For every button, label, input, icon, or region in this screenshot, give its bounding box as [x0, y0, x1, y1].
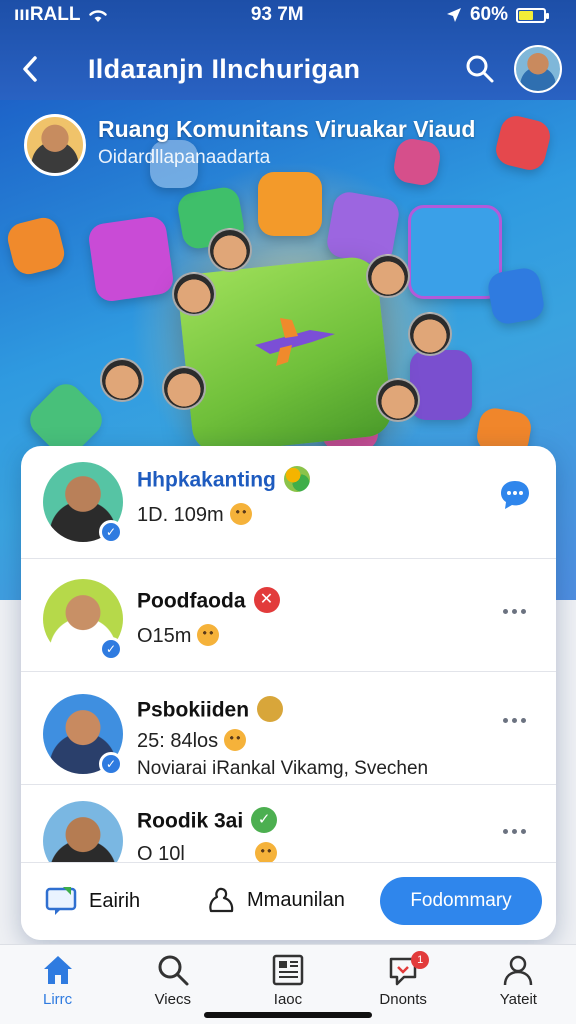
home-indicator[interactable]	[204, 1012, 372, 1018]
hero-subtitle: Oidardllapanaadarta	[98, 147, 271, 168]
member-row[interactable]: ✓ Poodfaoda ✕ O15m	[21, 559, 556, 672]
wifi-icon	[88, 10, 107, 22]
search-button[interactable]	[454, 40, 506, 98]
chat-button[interactable]	[496, 476, 534, 514]
nav-label: Iaoc	[273, 991, 303, 1008]
clock: 93 7M	[250, 4, 304, 25]
sun-app-icon	[86, 214, 176, 304]
location-icon	[446, 8, 461, 22]
nav-home[interactable]: Lirrc	[8, 953, 108, 1008]
purple-app-icon	[410, 350, 472, 420]
more-options-button[interactable]	[496, 599, 532, 623]
search-icon	[466, 55, 494, 83]
member-row[interactable]: ✓ Psbokiiden 25: 84los Noviarai iRankal …	[21, 672, 556, 785]
header: Ildaɪanjn Ilnchurigan	[0, 40, 576, 98]
profile-avatar[interactable]	[514, 45, 562, 93]
character-4	[408, 312, 452, 356]
member-name: Poodfaoda ✕	[137, 587, 280, 615]
character-6	[162, 366, 206, 410]
nav-profile[interactable]: Yateit	[468, 953, 568, 1008]
nav-label: Lirrc	[43, 991, 73, 1008]
calendar-app-icon	[492, 112, 554, 174]
member-meta: O15m	[137, 623, 220, 648]
verified-icon: ✓	[99, 752, 123, 776]
close-icon: ✕	[253, 587, 280, 613]
smile-app-icon	[258, 172, 322, 236]
more-options-button[interactable]	[496, 708, 532, 732]
news-icon	[272, 954, 304, 986]
nav-label: Dnonts	[379, 991, 427, 1008]
community-button[interactable]: Mmaunilan	[205, 885, 345, 915]
verified-icon: ✓	[99, 637, 123, 661]
character-1	[208, 228, 252, 272]
character-7	[376, 378, 420, 422]
profile-icon	[504, 955, 533, 986]
member-row[interactable]: Roodik 3ai ✓ O 10l	[21, 785, 556, 881]
community-label: Mmaunilan	[247, 888, 345, 911]
smile-emoji-icon	[224, 728, 247, 751]
carrier-label: ıııRALL	[14, 4, 81, 25]
character-2	[172, 272, 216, 316]
more-options-button[interactable]	[496, 819, 532, 843]
nav-label: Viecs	[154, 991, 191, 1008]
chart-app-icon	[485, 265, 547, 327]
top-bar: ıııRALL 93 7M 60% Ildaɪanjn Ilnchurigan	[0, 0, 576, 105]
member-name: Roodik 3ai ✓	[137, 807, 278, 835]
search-icon	[158, 955, 189, 986]
battery-percent: 60%	[469, 4, 508, 25]
member-name: Psbokiiden	[137, 696, 284, 724]
chevron-left-icon	[23, 56, 37, 82]
community-icon	[209, 887, 234, 913]
member-name: Hhpkakanting	[137, 466, 310, 494]
pencil-icon	[257, 696, 284, 722]
character-3	[366, 254, 410, 298]
home-icon	[43, 956, 72, 984]
edit-label: Eairih	[89, 889, 141, 912]
nav-news[interactable]: Iaoc	[238, 953, 338, 1008]
smile-emoji-icon	[254, 841, 277, 864]
music-app-icon	[4, 214, 68, 278]
edit-button[interactable]: Eairih	[45, 885, 140, 917]
chat-bubble-icon	[501, 481, 529, 509]
member-meta: 1D. 109m	[137, 502, 252, 527]
nav-notifications[interactable]: 1 Dnonts	[353, 951, 453, 1008]
status-bar: ıııRALL 93 7M 60%	[0, 0, 576, 30]
smile-emoji-icon	[229, 502, 252, 525]
back-button[interactable]	[0, 40, 60, 98]
battery-icon	[516, 7, 549, 23]
nav-search[interactable]: Viecs	[123, 953, 223, 1008]
nav-label: Yateit	[499, 991, 537, 1008]
member-row[interactable]: ✓ Hhpkakanting 1D. 109m	[21, 446, 556, 559]
verified-icon: ✓	[99, 520, 123, 544]
edit-chat-icon	[45, 887, 77, 915]
character-5	[100, 358, 144, 402]
members-card: ✓ Hhpkakanting 1D. 109m ✓ Poodfaoda ✕ O15…	[21, 446, 556, 940]
community-avatar[interactable]	[24, 114, 86, 176]
member-meta: 25: 84los	[137, 728, 247, 753]
clover-icon	[283, 466, 310, 492]
member-description: Noviarai iRankal Vikamg, Svechen	[137, 758, 429, 779]
smile-emoji-icon	[197, 623, 220, 646]
page-title: Ildaɪanjn Ilnchurigan	[88, 53, 361, 84]
check-icon: ✓	[251, 807, 278, 833]
primary-action-button[interactable]: Fodommary	[380, 877, 542, 925]
action-bar: Eairih Mmaunilan Fodommary	[21, 862, 556, 940]
airplane-icon	[255, 318, 335, 366]
hero-title: Ruang Komunitans Viruakar Viaud	[98, 116, 476, 142]
notification-badge: 1	[411, 951, 430, 969]
